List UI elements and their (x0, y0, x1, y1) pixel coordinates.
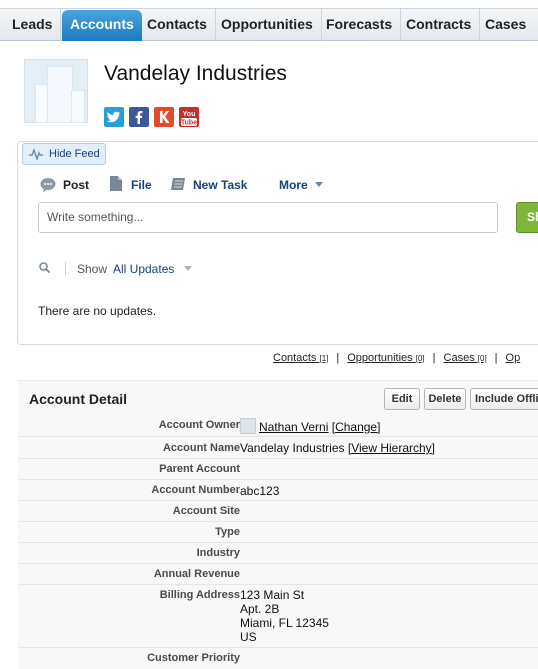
account-number-label: Account Number (151, 484, 240, 496)
edit-button[interactable]: Edit (384, 388, 420, 410)
tab-forecasts[interactable]: Forecasts (318, 8, 402, 41)
feed-filter-select[interactable]: All Updates (113, 261, 192, 277)
new-task-icon (171, 178, 185, 190)
feed-pulse-icon (29, 148, 43, 160)
billing-line: Miami, FL 12345 (240, 616, 329, 630)
hide-feed-button[interactable]: Hide Feed (22, 143, 106, 165)
post-bubble-icon (40, 178, 56, 192)
search-icon[interactable] (39, 262, 50, 273)
include-offline-button[interactable]: Include Offli (470, 388, 538, 410)
field-row-annual-revenue: Annual Revenue (18, 564, 538, 585)
field-row-industry: Industry (18, 543, 538, 564)
account-name-label: Account Name (162, 442, 240, 454)
field-row-billing-address: Billing Address 123 Main St Apt. 2B Miam… (18, 585, 538, 648)
billing-address-label: Billing Address (159, 589, 240, 601)
account-detail-title: Account Detail (29, 391, 128, 407)
more-actions-menu[interactable]: More (279, 177, 324, 193)
tab-contracts[interactable]: Contracts (398, 8, 481, 41)
file-icon (110, 176, 122, 191)
type-label: Type (215, 526, 240, 538)
account-name-text: Vandelay Industries (240, 441, 345, 455)
field-row-parent-account: Parent Account (18, 459, 538, 480)
tab-cases[interactable]: Cases (477, 8, 534, 41)
post-action[interactable]: Post (63, 177, 89, 193)
related-link-contacts[interactable]: Contacts [1] (273, 352, 328, 364)
industry-label: Industry (196, 547, 240, 559)
field-row-account-name: Account Name Vandelay Industries [View H… (18, 437, 538, 459)
billing-line: 123 Main St (240, 588, 305, 602)
hide-feed-label: Hide Feed (49, 148, 100, 160)
more-label: More (279, 178, 308, 192)
view-hierarchy-link[interactable]: [View Hierarchy] (348, 441, 435, 455)
facebook-icon[interactable] (129, 107, 149, 127)
billing-line: Apt. 2B (240, 602, 280, 616)
show-label: Show (77, 262, 108, 276)
owner-name-link[interactable]: Nathan Verni (259, 420, 328, 434)
account-owner-value: Nathan Verni [Change] (240, 418, 380, 434)
tab-leads[interactable]: Leads (4, 8, 62, 41)
write-something-input[interactable]: Write something... (38, 202, 498, 233)
filter-divider (65, 262, 66, 275)
tab-opportunities[interactable]: Opportunities (213, 8, 322, 41)
customer-priority-label: Customer Priority (147, 652, 240, 664)
svg-text:Tube: Tube (181, 120, 197, 127)
annual-revenue-label: Annual Revenue (153, 568, 240, 580)
new-task-action[interactable]: New Task (193, 177, 247, 193)
klout-icon[interactable] (154, 107, 174, 127)
field-row-account-owner: Account Owner Nathan Verni [Change] (18, 415, 538, 437)
youtube-icon[interactable]: You Tube (179, 107, 199, 127)
related-link-opportunities[interactable]: Opportunities [0] (347, 352, 424, 364)
page-title: Vandelay Industries (104, 62, 287, 85)
file-action[interactable]: File (131, 177, 152, 193)
billing-address-value: 123 Main St Apt. 2B Miami, FL 12345 US (240, 588, 329, 644)
feed-filter-value: All Updates (113, 262, 175, 276)
change-owner-link[interactable]: [Change] (332, 420, 381, 434)
field-row-type: Type (18, 522, 538, 543)
delete-button[interactable]: Delete (424, 388, 466, 410)
account-logo-icon (24, 59, 88, 123)
svg-text:You: You (183, 111, 196, 118)
field-row-account-number: Account Number abc123 (18, 480, 538, 501)
chevron-down-icon (315, 182, 324, 187)
account-owner-label: Account Owner (158, 419, 240, 431)
empty-feed-message: There are no updates. (38, 304, 157, 318)
related-link-open-activities[interactable]: Op (506, 352, 521, 364)
field-row-customer-priority: Customer Priority (18, 648, 538, 669)
related-link-cases[interactable]: Cases [0] (444, 352, 487, 364)
avatar (240, 418, 256, 434)
tab-accounts[interactable]: Accounts (62, 10, 142, 41)
account-number-value: abc123 (240, 484, 280, 498)
billing-line: US (240, 630, 257, 644)
tab-contacts[interactable]: Contacts (139, 8, 216, 41)
account-name-value: Vandelay Industries [View Hierarchy] (240, 441, 435, 455)
account-site-label: Account Site (172, 505, 240, 517)
chevron-down-icon (183, 266, 192, 271)
related-list-links: Contacts [1] | Opportunities [0] | Cases [0]… (273, 352, 521, 364)
parent-account-label: Parent Account (159, 463, 240, 475)
share-button[interactable]: Sh (516, 202, 538, 233)
twitter-icon[interactable] (104, 107, 124, 127)
field-row-account-site: Account Site (18, 501, 538, 522)
